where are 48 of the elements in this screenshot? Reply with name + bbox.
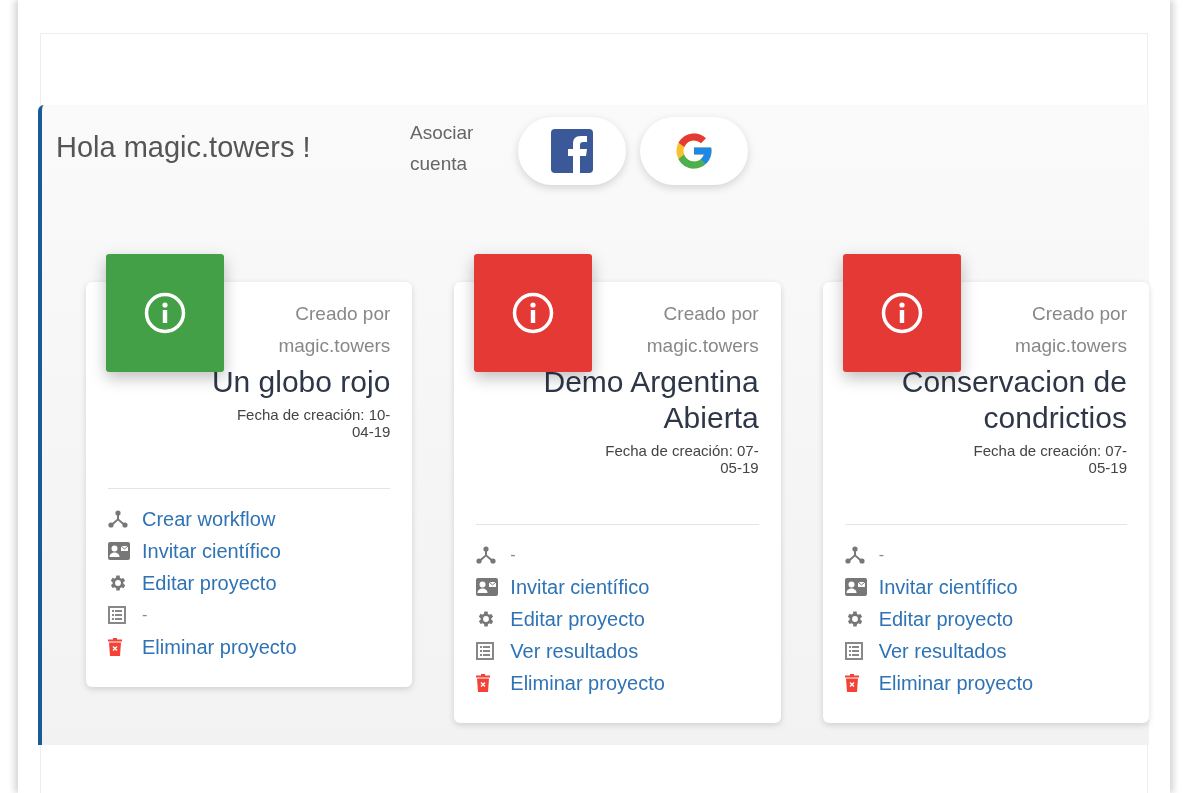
- action-link[interactable]: Invitar científico: [878, 575, 1018, 599]
- action-link[interactable]: Eliminar proyecto: [878, 671, 1034, 695]
- facebook-logo-icon: [551, 129, 593, 173]
- unavailable-action-text: -: [878, 546, 884, 564]
- action-link[interactable]: Invitar científico: [142, 539, 281, 563]
- creation-date: Fecha de creación: 07-05-19: [604, 442, 759, 476]
- info-icon: [144, 292, 186, 334]
- link-account-label: Asociar cuenta: [410, 121, 475, 176]
- trash-icon: [108, 638, 122, 656]
- unavailable-action-text: -: [142, 606, 148, 624]
- unavailable-action-text: -: [510, 546, 516, 564]
- action-link[interactable]: Crear workflow: [142, 507, 276, 531]
- list-icon: [108, 606, 126, 624]
- project-title: Un globo rojo: [210, 364, 391, 400]
- action-link[interactable]: Editar proyecto: [878, 607, 1014, 631]
- branch-icon: [476, 546, 497, 564]
- author-name: magic.towers: [277, 334, 391, 358]
- action-link[interactable]: Eliminar proyecto: [142, 635, 297, 659]
- created-by-label: Creado por: [294, 302, 391, 326]
- info-icon: [880, 292, 923, 334]
- branch-icon: [108, 510, 128, 528]
- branch-icon: [844, 546, 865, 564]
- author-name: magic.towers: [1014, 334, 1127, 358]
- created-by-label: Creado por: [662, 302, 759, 326]
- action-link[interactable]: Invitar científico: [510, 575, 650, 599]
- created-by-label: Creado por: [1030, 302, 1127, 326]
- creation-date: Fecha de creación: 10-04-19: [235, 406, 391, 440]
- action-link[interactable]: Eliminar proyecto: [510, 671, 665, 695]
- creation-date: Fecha de creación: 07-05-19: [972, 442, 1127, 476]
- contact-card-icon: [108, 542, 130, 560]
- trash-icon: [476, 674, 491, 692]
- action-link[interactable]: Editar proyecto: [510, 607, 645, 631]
- author-name: magic.towers: [645, 334, 759, 358]
- gear-icon: [108, 573, 128, 593]
- trash-icon: [844, 674, 859, 692]
- project-title: Conservacion de condrictios: [900, 364, 1127, 436]
- contact-card-icon: [844, 578, 867, 596]
- action-link[interactable]: Ver resultados: [878, 639, 1007, 663]
- google-button[interactable]: [640, 117, 748, 185]
- greeting-heading: Hola magic.towers !: [56, 131, 312, 164]
- list-icon: [844, 642, 863, 660]
- action-link[interactable]: Editar proyecto: [142, 571, 277, 595]
- project-title: Demo Argentina Abierta: [542, 364, 759, 436]
- list-icon: [476, 642, 495, 660]
- contact-card-icon: [476, 578, 499, 596]
- action-link[interactable]: Ver resultados: [510, 639, 639, 663]
- facebook-button[interactable]: [518, 117, 626, 185]
- info-icon: [512, 292, 555, 334]
